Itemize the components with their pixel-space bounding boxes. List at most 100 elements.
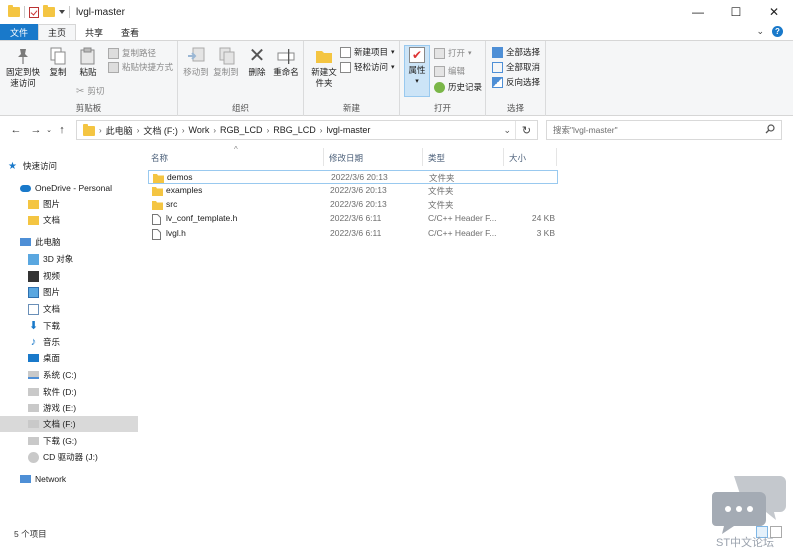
history-button[interactable]: 历史记录 <box>434 81 482 93</box>
file-modified: 2022/3/6 6:11 <box>330 213 382 223</box>
invert-selection-button[interactable]: 反向选择 <box>492 76 540 88</box>
file-name: lvgl.h <box>166 228 186 238</box>
search-box[interactable]: 搜索"lvgl-master" <box>546 120 782 140</box>
refresh-icon[interactable]: ↻ <box>515 121 537 139</box>
select-none-button[interactable]: 全部取消 <box>492 61 540 73</box>
delete-button[interactable]: ✕ 删除 <box>244 46 270 78</box>
sidebar-item-label: 下载 <box>43 321 61 331</box>
address-dropdown-icon[interactable]: ⌄ <box>503 125 511 136</box>
tab-home[interactable]: 主页 <box>38 24 77 40</box>
sidebar-item-quick-access[interactable]: ★ 快速访问 <box>0 158 138 174</box>
column-divider[interactable] <box>556 148 557 166</box>
download-arrow-icon: ⬇ <box>28 319 39 332</box>
open-group: ✔ 属性 ▾ 打开 ▾ 编辑 历史记录 打开 <box>400 41 486 116</box>
column-header-size[interactable]: 大小 <box>509 152 526 164</box>
new-item-button[interactable]: 新建项目 ▾ <box>340 46 395 58</box>
column-divider[interactable] <box>323 148 324 166</box>
column-header-type[interactable]: 类型 <box>428 152 445 164</box>
copy-to-label: 复制到 <box>213 67 239 77</box>
tab-share[interactable]: 共享 <box>76 24 112 40</box>
minimize-button[interactable]: — <box>679 0 717 24</box>
breadcrumb-lvgl-master[interactable]: lvgl-master <box>326 125 370 135</box>
properties-button[interactable]: ✔ 属性 ▾ <box>404 47 430 87</box>
column-header-modified[interactable]: 修改日期 <box>329 152 363 164</box>
column-header-name[interactable]: 名称 <box>151 152 168 164</box>
cut-button[interactable]: ✂ 剪切 <box>76 85 104 97</box>
file-row[interactable]: lvgl.h 2022/3/6 6:11 C/C++ Header F... 3… <box>148 227 558 241</box>
close-button[interactable]: ✕ <box>755 0 793 24</box>
easy-access-button[interactable]: 轻松访问 ▾ <box>340 61 395 73</box>
file-row[interactable]: demos 2022/3/6 20:13 文件夹 <box>148 170 558 184</box>
sidebar-item-onedrive[interactable]: OneDrive - Personal <box>0 180 138 196</box>
sidebar-item-label: 文档 <box>43 304 61 314</box>
copy-path-button[interactable]: 复制路径 <box>108 47 156 59</box>
up-button[interactable]: ↑ <box>54 124 70 136</box>
file-row[interactable]: lv_conf_template.h 2022/3/6 6:11 C/C++ H… <box>148 212 558 226</box>
sidebar-item-3d-objects[interactable]: 3D 对象 <box>0 251 138 267</box>
sidebar-item-label: 3D 对象 <box>43 254 74 264</box>
breadcrumb-work[interactable]: Work <box>189 125 210 135</box>
address-bar[interactable]: › 此电脑 › 文档 (F:) › Work › RGB_LCD › RBG_L… <box>76 120 538 140</box>
sidebar-item-label: 文档 (F:) <box>43 419 76 429</box>
forward-button[interactable]: → <box>28 124 44 136</box>
column-divider[interactable] <box>503 148 504 166</box>
sidebar-item-od-pictures[interactable]: 图片 <box>0 196 138 212</box>
open-button[interactable]: 打开 ▾ <box>434 47 472 59</box>
sidebar-item-drive-d[interactable]: 软件 (D:) <box>0 384 138 400</box>
sidebar-item-label: 图片 <box>43 199 61 209</box>
computer-icon <box>20 238 31 246</box>
move-to-button[interactable]: 移动到 <box>182 47 210 78</box>
maximize-button[interactable]: ☐ <box>717 0 755 24</box>
sidebar-item-drive-f[interactable]: 文档 (F:) <box>0 416 138 432</box>
status-item-count: 5 个项目 <box>14 529 47 539</box>
tab-view[interactable]: 查看 <box>112 24 148 40</box>
tab-file[interactable]: 文件 <box>0 24 39 40</box>
paste-shortcut-label: 粘贴快捷方式 <box>122 62 174 72</box>
breadcrumb-this-pc[interactable]: 此电脑 <box>106 124 133 137</box>
file-row[interactable]: src 2022/3/6 20:13 文件夹 <box>148 198 558 212</box>
sidebar-item-drive-j[interactable]: CD 驱动器 (J:) <box>0 449 138 465</box>
breadcrumb-chevron-icon: › <box>136 125 140 135</box>
sidebar-item-drive-e[interactable]: 游戏 (E:) <box>0 400 138 416</box>
sidebar-item-pictures[interactable]: 图片 <box>0 284 138 300</box>
chevron-down-icon[interactable]: ⌄ <box>756 26 764 37</box>
sidebar-item-label: 桌面 <box>43 353 61 363</box>
back-button[interactable]: ← <box>8 124 24 136</box>
breadcrumb-rbg-lcd[interactable]: RBG_LCD <box>273 125 316 135</box>
file-row[interactable]: examples 2022/3/6 20:13 文件夹 <box>148 184 558 198</box>
paste-shortcut-button[interactable]: 粘贴快捷方式 <box>108 61 173 73</box>
new-folder-button[interactable]: 新建文件夹 <box>308 47 340 89</box>
help-icon[interactable]: ? <box>772 26 783 37</box>
edit-button[interactable]: 编辑 <box>434 65 465 77</box>
pin-quick-access-button[interactable]: 固定到快速访问 <box>6 47 40 89</box>
breadcrumb-chevron-icon: › <box>319 125 323 135</box>
new-folder-quick-icon[interactable] <box>43 5 55 17</box>
customize-toolbar-icon[interactable] <box>59 10 65 14</box>
chevron-down-icon: ▾ <box>391 49 395 56</box>
properties-quick-icon[interactable] <box>29 6 39 18</box>
breadcrumb-rgb-lcd[interactable]: RGB_LCD <box>220 125 263 135</box>
sidebar-item-this-pc[interactable]: 此电脑 <box>0 234 138 250</box>
rename-button[interactable]: 重命名 <box>272 47 300 78</box>
recent-locations-button[interactable]: ⌄ <box>44 126 54 134</box>
sidebar-item-desktop[interactable]: 桌面 <box>0 350 138 366</box>
drive-icon <box>28 437 39 445</box>
sidebar-item-drive-g[interactable]: 下载 (G:) <box>0 433 138 449</box>
copy-to-button[interactable]: 复制到 <box>212 47 240 78</box>
copy-button[interactable]: 复制 <box>44 47 72 78</box>
sidebar-item-documents[interactable]: 文档 <box>0 301 138 317</box>
sidebar-item-music[interactable]: ♪ 音乐 <box>0 334 138 350</box>
sidebar-item-network[interactable]: Network <box>0 471 138 487</box>
sidebar-item-videos[interactable]: 视频 <box>0 268 138 284</box>
sidebar-item-od-docs[interactable]: 文档 <box>0 212 138 228</box>
pin-icon <box>18 49 28 64</box>
file-modified: 2022/3/6 20:13 <box>330 185 387 195</box>
ribbon: 固定到快速访问 复制 粘贴 复制路径 粘贴快捷方式 ✂ 剪切 剪贴板 移动到 复… <box>0 40 793 116</box>
rename-label: 重命名 <box>273 67 299 77</box>
select-all-button[interactable]: 全部选择 <box>492 46 540 58</box>
breadcrumb-drive-f[interactable]: 文档 (F:) <box>143 124 178 137</box>
sidebar-item-downloads[interactable]: ⬇ 下载 <box>0 318 138 334</box>
sidebar-item-drive-c[interactable]: 系统 (C:) <box>0 367 138 383</box>
column-divider[interactable] <box>422 148 423 166</box>
paste-button[interactable]: 粘贴 <box>74 47 102 78</box>
